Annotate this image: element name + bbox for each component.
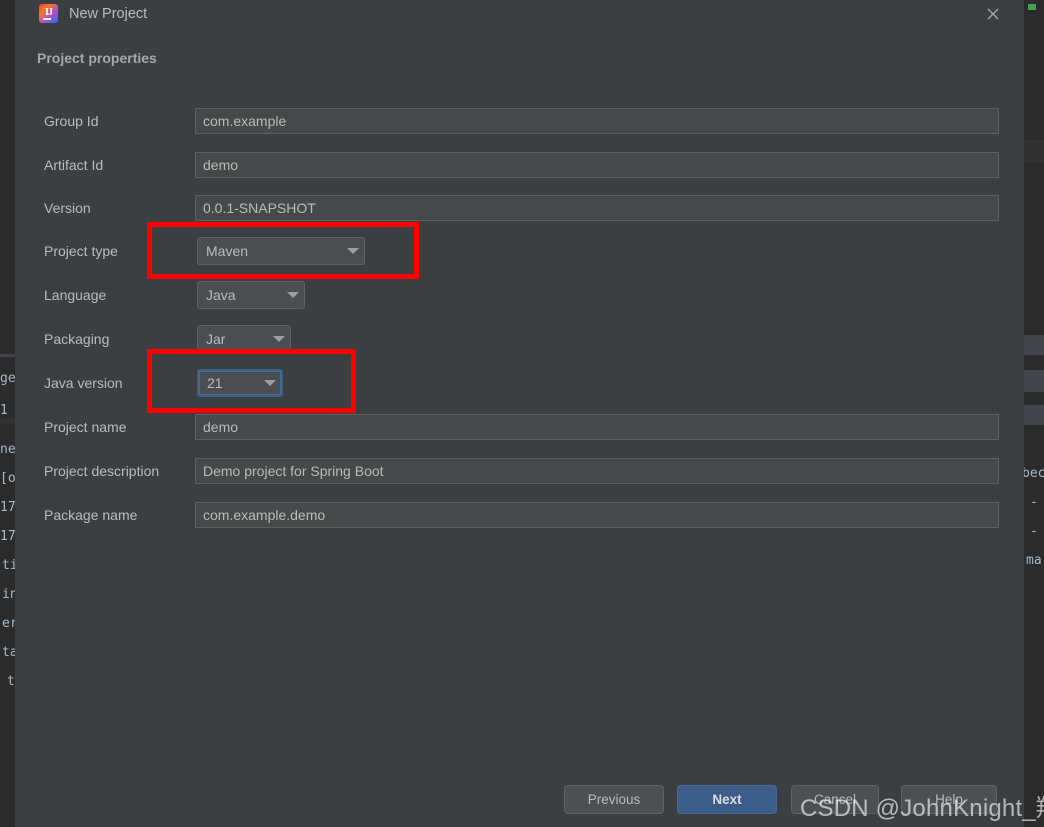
ide-bg-strip: [1021, 335, 1044, 355]
code-fragment: t: [7, 674, 15, 689]
form-row: Java version 21: [15, 369, 1024, 397]
dropdown-value: 21: [207, 375, 223, 391]
code-fragment: ma: [1026, 553, 1042, 568]
code-fragment: ge: [0, 371, 16, 386]
chevron-down-icon: [342, 248, 364, 254]
text-input[interactable]: [195, 458, 999, 484]
cancel-button[interactable]: Cancel: [791, 785, 879, 814]
dropdown-value: Java: [206, 287, 236, 303]
ide-bg-strip: [0, 418, 16, 424]
code-fragment: -: [1030, 524, 1038, 539]
dropdown-value: Maven: [206, 243, 249, 259]
code-fragment: [o: [0, 471, 16, 486]
ide-bg-strip: [1021, 370, 1044, 392]
form-row: Version: [15, 195, 1024, 221]
dropdown-value: Jar: [206, 331, 226, 347]
new-project-dialog: IJ New Project Project properties Group …: [15, 0, 1024, 827]
ide-status-indicator: [1028, 4, 1036, 10]
field-label: Version: [44, 200, 91, 216]
text-input[interactable]: [195, 414, 999, 440]
form-row: Project name: [15, 414, 1024, 440]
form-row: Group Id: [15, 108, 1024, 134]
form-row: Language Java: [15, 281, 1024, 309]
text-input[interactable]: [195, 502, 999, 528]
dropdown-java-version[interactable]: 21: [197, 369, 283, 397]
chevron-down-icon: [268, 336, 290, 342]
chevron-down-icon: [282, 292, 304, 298]
field-label: Language: [44, 287, 107, 303]
close-icon[interactable]: [972, 0, 1014, 28]
dropdown-language[interactable]: Java: [197, 281, 305, 309]
text-input[interactable]: [195, 152, 999, 178]
code-fragment: ne: [0, 442, 16, 457]
text-input[interactable]: [195, 108, 999, 134]
field-label: Artifact Id: [44, 157, 104, 173]
form-row: Project description: [15, 458, 1024, 484]
code-fragment: 17: [0, 529, 16, 544]
ide-bg-strip: [1021, 405, 1044, 425]
dialog-titlebar: IJ New Project: [15, 0, 1024, 28]
form-row: Project type Maven: [15, 237, 1024, 265]
form-row: Artifact Id: [15, 152, 1024, 178]
field-label: Project name: [44, 419, 127, 435]
field-label: Packaging: [44, 331, 110, 347]
code-fragment: bec: [1022, 466, 1044, 481]
field-label: Project type: [44, 243, 118, 259]
ide-bg-strip: [0, 354, 16, 357]
intellij-idea-icon: IJ: [39, 4, 58, 23]
form-row: Package name: [15, 502, 1024, 528]
page-title: Project properties: [37, 50, 157, 66]
field-label: Group Id: [44, 113, 99, 129]
help-button[interactable]: Help: [901, 785, 997, 814]
dropdown-packaging[interactable]: Jar: [197, 325, 291, 353]
chevron-down-icon: [259, 380, 281, 386]
dialog-footer: Previous Next Cancel Help: [15, 771, 1024, 827]
code-fragment: -: [1030, 495, 1038, 510]
dropdown-project-type[interactable]: Maven: [197, 237, 365, 265]
dialog-title: New Project: [69, 6, 148, 22]
previous-button[interactable]: Previous: [564, 785, 664, 814]
form-row: Packaging Jar: [15, 325, 1024, 353]
field-label: Java version: [44, 375, 123, 391]
field-label: Project description: [44, 463, 160, 479]
code-fragment: 17: [0, 500, 16, 515]
next-button[interactable]: Next: [677, 785, 777, 814]
text-input[interactable]: [195, 195, 999, 221]
field-label: Package name: [44, 507, 138, 523]
ide-bg-strip: [1021, 140, 1044, 162]
